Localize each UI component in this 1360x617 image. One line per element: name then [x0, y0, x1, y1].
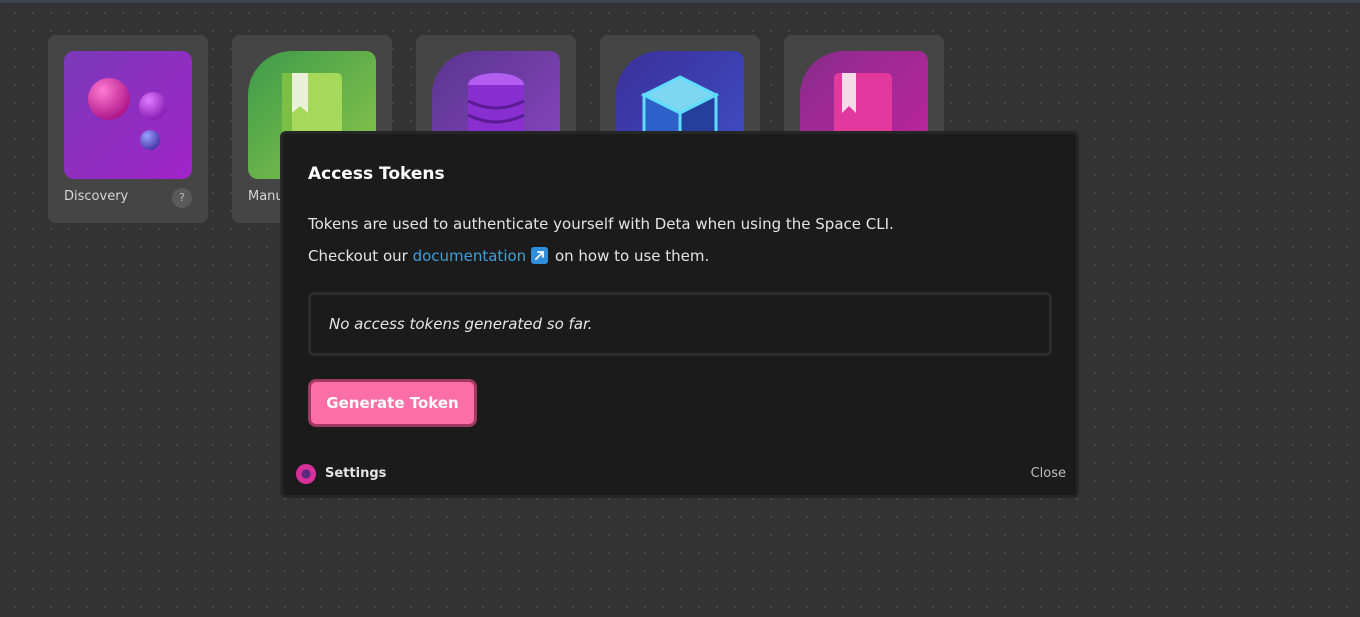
dialog-title: Access Tokens	[308, 164, 445, 184]
access-tokens-dialog: Access Tokens Tokens are used to authent…	[280, 131, 1079, 498]
help-icon[interactable]: ?	[172, 188, 192, 208]
empty-state-text: No access tokens generated so far.	[329, 315, 593, 333]
description-line: Tokens are used to authenticate yourself…	[308, 215, 894, 233]
documentation-line: Checkout our documentation on how to use…	[308, 247, 709, 265]
close-button[interactable]: Close	[1031, 466, 1066, 481]
generate-token-button[interactable]: Generate Token	[308, 379, 477, 427]
description-suffix: on how to use them.	[550, 247, 710, 265]
external-link-icon[interactable]	[531, 247, 549, 264]
tile-label: Discovery	[64, 189, 129, 204]
token-list: No access tokens generated so far.	[308, 292, 1052, 356]
documentation-link[interactable]: documentation	[413, 247, 527, 265]
top-bar	[0, 0, 1360, 3]
discovery-icon	[64, 51, 192, 179]
description-prefix: Checkout our	[308, 247, 413, 265]
desktop-canvas: Discovery ? Manu Access Tokens Tokens ar…	[0, 0, 1360, 617]
settings-app-icon	[296, 464, 316, 484]
footer-app-name: Settings	[325, 466, 387, 481]
app-tile-discovery[interactable]: Discovery ?	[48, 35, 208, 223]
tile-label: Manu	[248, 189, 284, 204]
